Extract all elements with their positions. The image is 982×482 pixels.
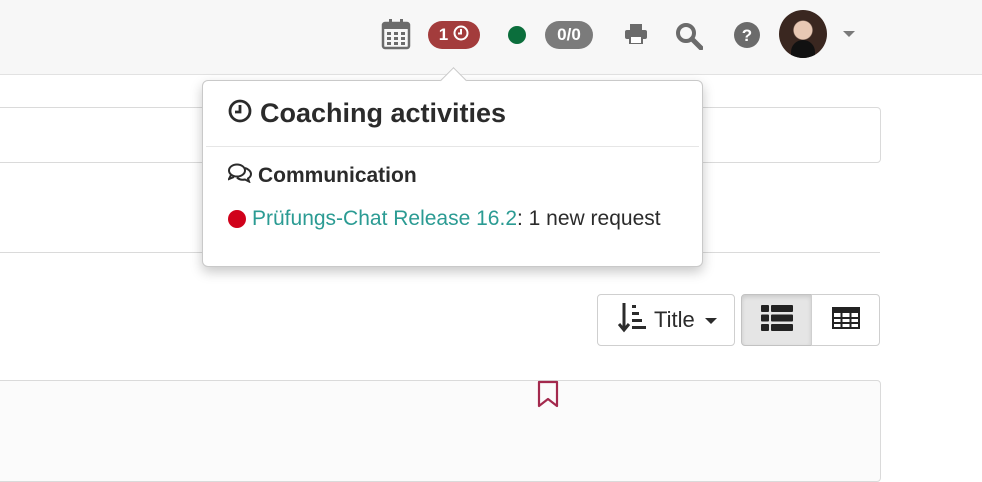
svg-text:?: ?	[742, 26, 752, 45]
request-text: : 1 new request	[517, 207, 661, 230]
coaching-badge[interactable]: 1	[428, 21, 480, 49]
list-item: Prüfungs-Chat Release 16.2 : 1 new reque…	[228, 207, 661, 231]
sort-button[interactable]: Title	[597, 294, 735, 346]
table-view-button[interactable]	[811, 294, 880, 346]
sort-label: Title	[654, 307, 695, 332]
online-status-indicator[interactable]	[508, 26, 526, 44]
list-view-button[interactable]	[741, 294, 812, 346]
coaching-count: 1	[438, 25, 449, 44]
popover-title: Coaching activities	[260, 98, 507, 128]
clock-icon	[228, 99, 252, 128]
user-avatar[interactable]	[779, 10, 827, 58]
clock-icon	[453, 25, 469, 46]
print-icon[interactable]	[625, 24, 647, 49]
help-icon[interactable]: ?	[734, 22, 760, 53]
caret-down-icon	[704, 318, 717, 324]
search-icon[interactable]	[675, 22, 704, 55]
coaching-popover: Coaching activities Communication Prüfun…	[202, 67, 703, 267]
comments-icon	[226, 163, 253, 189]
top-navbar: 1 0/0 ?	[0, 0, 982, 75]
table-view-icon	[831, 306, 860, 334]
section-label: Communication	[258, 164, 417, 187]
section-heading: Communication	[226, 163, 417, 189]
calendar-icon[interactable]	[381, 18, 411, 55]
chat-link[interactable]: Prüfungs-Chat Release 16.2	[252, 207, 517, 231]
bookmark-icon[interactable]	[537, 380, 559, 413]
chat-badge-text: 0/0	[557, 25, 581, 44]
list-view-icon	[760, 304, 793, 336]
chat-badge[interactable]: 0/0	[545, 21, 593, 49]
chevron-down-icon[interactable]	[843, 31, 855, 37]
sort-icon	[617, 301, 648, 339]
list-item-card	[0, 380, 881, 482]
status-dot	[228, 210, 246, 228]
